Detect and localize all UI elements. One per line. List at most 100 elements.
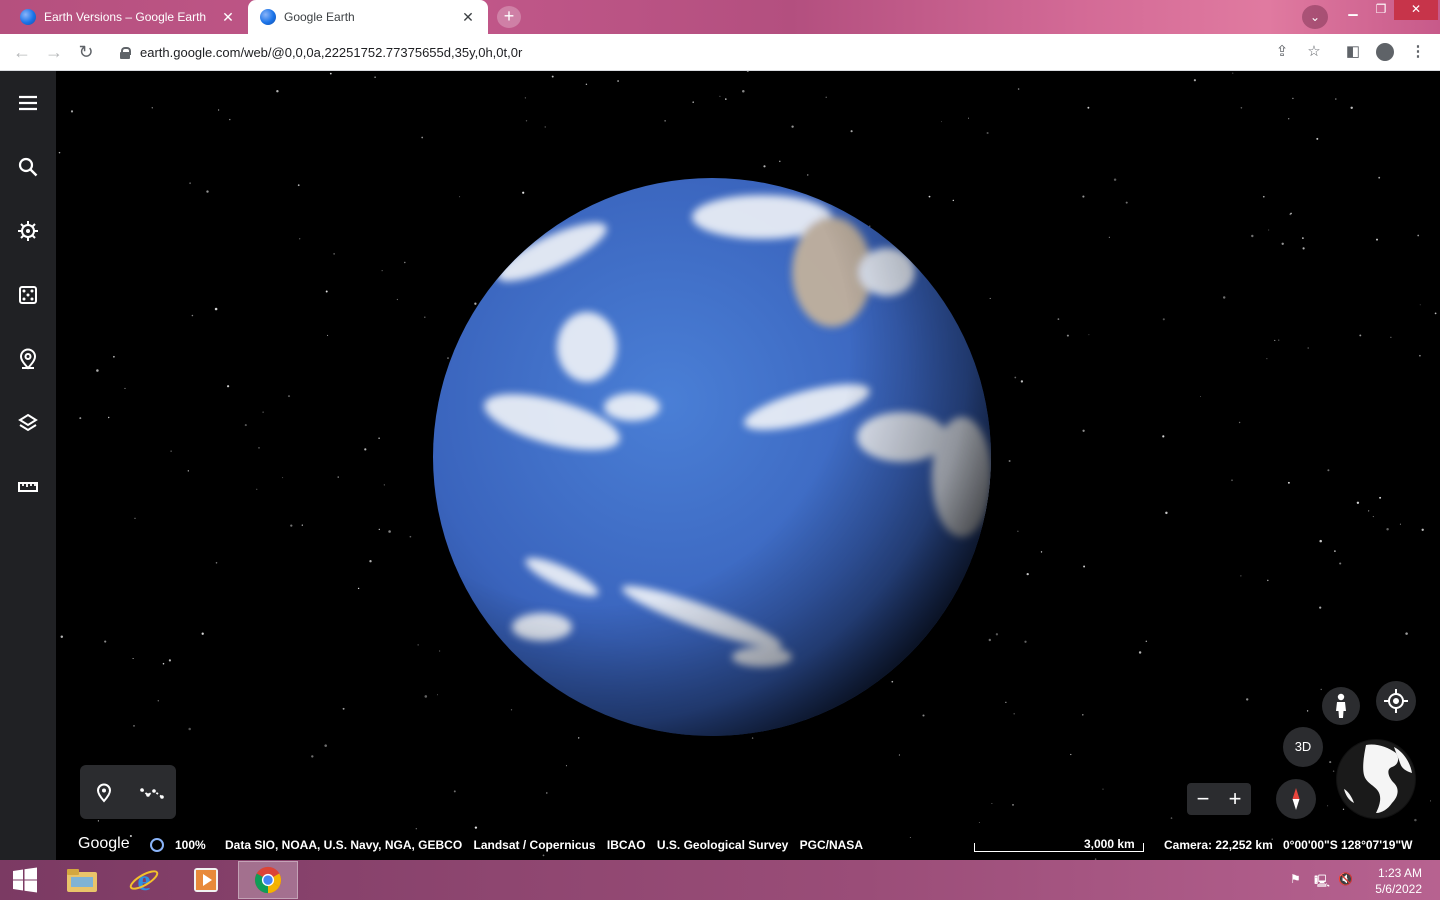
data-credits[interactable]: Data SIO, NOAA, U.S. Navy, NGA, GEBCO La…: [225, 838, 871, 852]
star: [978, 822, 980, 823]
star: [1421, 528, 1424, 531]
file-explorer-icon[interactable]: [52, 861, 112, 899]
earth-3d-viewport[interactable]: 3D − +: [56, 71, 1440, 860]
lock-icon[interactable]: [120, 46, 131, 59]
back-arrow-icon[interactable]: ←: [10, 41, 34, 65]
star: [1102, 788, 1104, 790]
zoom-out-button[interactable]: −: [1197, 786, 1210, 812]
star: [206, 190, 209, 193]
chrome-icon[interactable]: [238, 861, 298, 899]
search-icon[interactable]: [12, 151, 44, 183]
star: [1200, 396, 1202, 397]
star: [967, 117, 970, 119]
star: [1026, 572, 1029, 576]
star: [1232, 72, 1234, 74]
volume-muted-icon[interactable]: 🔇: [1338, 872, 1353, 886]
profile-avatar-icon[interactable]: [1375, 42, 1395, 62]
side-panel-icon[interactable]: ◧: [1343, 42, 1363, 62]
star: [1231, 479, 1233, 482]
star: [58, 151, 61, 154]
my-location-icon[interactable]: [1376, 681, 1416, 721]
star: [60, 635, 64, 638]
window-maximize-button[interactable]: ❐: [1366, 0, 1396, 20]
star: [1066, 334, 1069, 337]
star: [187, 470, 189, 472]
tab-close-icon[interactable]: ✕: [220, 9, 236, 26]
star: [1399, 523, 1401, 525]
compass-icon[interactable]: [1276, 779, 1316, 819]
star: [1125, 201, 1128, 204]
star: [1419, 354, 1421, 357]
star: [1082, 714, 1084, 716]
street-view-pegman-icon[interactable]: [1322, 687, 1360, 725]
star: [1292, 97, 1294, 100]
star: [134, 517, 136, 519]
measure-ruler-icon[interactable]: [12, 471, 44, 503]
star: [189, 182, 192, 185]
overview-minimap[interactable]: [1336, 739, 1416, 819]
star: [1082, 195, 1085, 198]
tab-earth-versions[interactable]: Earth Versions – Google Earth ✕: [8, 0, 248, 34]
star: [1342, 808, 1345, 810]
star: [1316, 137, 1319, 140]
forward-arrow-icon[interactable]: →: [42, 41, 66, 65]
tab-close-icon[interactable]: ✕: [460, 9, 476, 26]
credit-item: Data SIO, NOAA, U.S. Navy, NGA, GEBCO: [225, 838, 463, 852]
windows-taskbar: e ⚑ 🖳 🔇 1:23 AM 5/6/2022: [0, 860, 1440, 900]
voyager-icon[interactable]: [12, 215, 44, 247]
star: [1335, 98, 1337, 100]
windows-start-icon[interactable]: [0, 861, 50, 899]
internet-explorer-icon[interactable]: e: [114, 861, 174, 899]
add-placemark-icon[interactable]: [90, 778, 118, 806]
media-player-icon[interactable]: [176, 861, 236, 899]
star: [1138, 651, 1142, 654]
tab-title: Google Earth: [284, 10, 355, 24]
window-close-button[interactable]: ✕: [1394, 0, 1438, 20]
address-bar[interactable]: earth.google.com/web/@0,0,0a,22251752.77…: [108, 39, 1304, 66]
star: [807, 174, 809, 176]
star: [415, 828, 417, 830]
network-icon[interactable]: 🖳: [1314, 872, 1330, 893]
star: [725, 98, 727, 100]
star: [1024, 640, 1027, 643]
star: [1386, 528, 1389, 531]
feeling-lucky-dice-icon[interactable]: [12, 279, 44, 311]
star: [585, 83, 588, 86]
star: [1327, 469, 1330, 472]
star: [1281, 242, 1284, 245]
tab-search-chevron-icon[interactable]: ⌄: [1302, 5, 1328, 29]
star: [1302, 247, 1305, 250]
bookmark-star-icon[interactable]: ☆: [1304, 42, 1324, 62]
share-icon[interactable]: ⇪: [1272, 42, 1292, 62]
star: [1040, 551, 1043, 553]
star: [1170, 817, 1173, 819]
browser-menu-icon[interactable]: ⋮: [1408, 42, 1428, 62]
star: [544, 126, 546, 128]
star: [333, 253, 335, 255]
reload-icon[interactable]: ↻: [74, 41, 98, 65]
action-center-flag-icon[interactable]: ⚑: [1290, 872, 1301, 886]
tab-google-earth[interactable]: Google Earth ✕: [248, 0, 488, 34]
zoom-in-button[interactable]: +: [1229, 786, 1242, 812]
star: [417, 644, 419, 646]
star: [1222, 296, 1226, 299]
projects-pin-icon[interactable]: [12, 343, 44, 375]
star: [1274, 339, 1276, 341]
map-style-layers-icon[interactable]: [12, 407, 44, 439]
star: [1288, 118, 1290, 120]
star: [1390, 336, 1392, 338]
star: [1368, 510, 1370, 512]
star: [1193, 79, 1196, 82]
menu-icon[interactable]: [12, 87, 44, 119]
toggle-3d-button[interactable]: 3D: [1283, 727, 1323, 767]
new-tab-button[interactable]: +: [497, 6, 521, 28]
star: [1319, 606, 1322, 609]
star: [1113, 178, 1117, 181]
globe[interactable]: [432, 177, 992, 737]
star: [297, 184, 300, 187]
draw-path-icon[interactable]: [138, 778, 166, 806]
star: [664, 120, 666, 122]
system-clock[interactable]: 1:23 AM 5/6/2022: [1364, 865, 1422, 897]
star: [991, 803, 993, 804]
window-minimize-button[interactable]: ▁: [1338, 0, 1368, 20]
